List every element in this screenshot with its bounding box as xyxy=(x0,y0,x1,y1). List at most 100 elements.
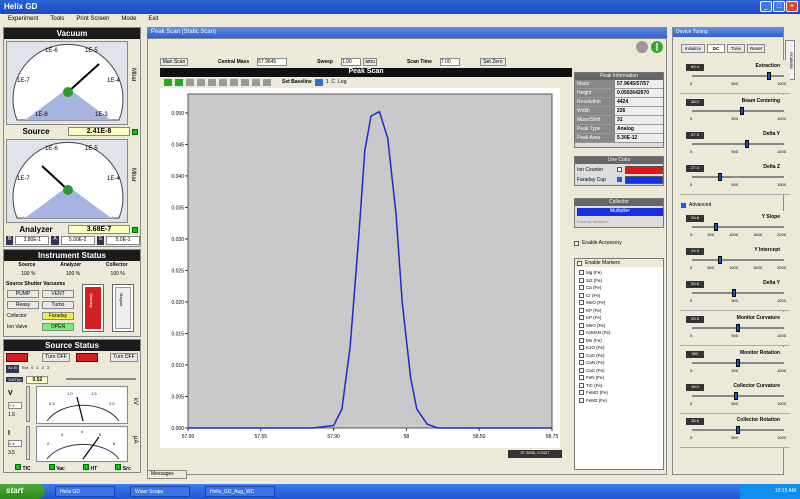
sweep-input[interactable]: 1.00 xyxy=(340,58,361,66)
marker-item[interactable]: Cr (Fe) xyxy=(579,292,659,300)
minimize-button[interactable]: _ xyxy=(760,1,772,12)
turn-off-button-2[interactable]: Turn OFF xyxy=(110,353,138,362)
tab-initialize[interactable]: Initialize xyxy=(681,44,705,53)
ion-counter-color-swatch[interactable] xyxy=(625,166,663,174)
tuning-slider-4[interactable]: 26.8 Y Slope 0 500 1000 1500 2000 xyxy=(680,211,790,245)
pause-icon[interactable]: ∥ xyxy=(651,41,663,53)
menu-tools[interactable]: Tools xyxy=(50,16,64,23)
tuning-slider-10[interactable]: 48.8 Collector Rotation 0 500 1000 xyxy=(680,414,790,448)
menu-print-screen[interactable]: Print Screen xyxy=(76,16,109,23)
marker-item[interactable]: CaC (Fe) xyxy=(579,367,659,375)
v-slider[interactable] xyxy=(26,386,30,422)
slider-thumb[interactable] xyxy=(734,392,739,400)
marker-item[interactable]: MnO (Fe) xyxy=(579,299,659,307)
set-zero-button[interactable]: Set Zero xyxy=(479,58,506,66)
tuning-slider-2[interactable]: 57.3 Delta Y 0 500 1000 xyxy=(680,128,790,162)
slider-thumb[interactable] xyxy=(744,140,749,148)
marker-item[interactable]: Mg (Fe) xyxy=(579,269,659,277)
slider-thumb[interactable] xyxy=(766,72,771,80)
zoom-y-icon[interactable] xyxy=(230,78,238,86)
slider-track[interactable] xyxy=(692,292,784,294)
menu-exit[interactable]: Exit xyxy=(148,16,158,23)
set-baseline-button[interactable]: Set Baseline xyxy=(282,79,312,85)
toolbar-toggle[interactable]: Log xyxy=(338,79,346,85)
i-slider[interactable] xyxy=(26,426,30,460)
toolbar-toggle[interactable]: C xyxy=(332,79,336,85)
start-button[interactable]: start xyxy=(0,484,45,499)
turn-off-button-1[interactable]: Turn OFF xyxy=(42,353,70,362)
advanced-row[interactable]: Advanced xyxy=(681,202,711,208)
tuning-slider-7[interactable]: 49.5 Monitor Curvature 0 500 1000 xyxy=(680,312,790,346)
slider-value[interactable]: 48.0 xyxy=(686,384,704,391)
slider-thumb[interactable] xyxy=(736,359,740,367)
enable-accessory-checkbox[interactable] xyxy=(574,240,579,246)
taskbar-item[interactable]: Helix GD xyxy=(55,486,115,497)
menu-experiment[interactable]: Experiment xyxy=(8,16,38,23)
close-button[interactable]: × xyxy=(786,1,798,12)
reset-zoom-icon[interactable] xyxy=(241,78,249,86)
slider-track[interactable] xyxy=(692,259,784,261)
maximize-button[interactable]: □ xyxy=(773,1,785,12)
slider-track[interactable] xyxy=(692,226,784,228)
slider-thumb[interactable] xyxy=(718,173,723,181)
slider-value[interactable]: 26.8 xyxy=(686,215,704,222)
marker-item[interactable]: TiC (Fe) xyxy=(579,382,659,390)
slider-value[interactable]: 48.0 xyxy=(686,99,704,106)
tuning-slider-9[interactable]: 48.0 Collector Curvature 0 500 1000 xyxy=(680,380,790,414)
marker-item[interactable]: CaN (Fe) xyxy=(579,359,659,367)
toolbar-toggle[interactable]: 1 xyxy=(326,79,329,85)
marker-item[interactable]: MnO (Fe) xyxy=(579,322,659,330)
marker-item[interactable]: Mn (Fe) xyxy=(579,337,659,345)
advanced-checkbox[interactable] xyxy=(681,202,686,208)
zoom-x-icon[interactable] xyxy=(219,78,227,86)
faraday-cup-checkbox[interactable] xyxy=(617,177,622,182)
marker-item[interactable]: KP (Fe) xyxy=(579,307,659,315)
slider-track[interactable] xyxy=(692,110,784,112)
slider-value[interactable]: 500 xyxy=(686,351,704,358)
reasy-select[interactable]: Reasy xyxy=(7,301,39,309)
slider-track[interactable] xyxy=(692,176,784,178)
marker-item[interactable]: noMAN (Fe) xyxy=(579,329,659,337)
marker-item[interactable]: KP (Fe) xyxy=(579,314,659,322)
slider-value[interactable]: 83.4 xyxy=(686,64,704,71)
zoom-in-icon[interactable] xyxy=(186,78,194,86)
faraday-cup-color-swatch[interactable] xyxy=(625,176,663,184)
cursor-icon[interactable] xyxy=(252,78,260,86)
vent-button[interactable]: VENT xyxy=(42,290,74,298)
slider-value[interactable]: 49.5 xyxy=(686,316,704,323)
zoom-out-icon[interactable] xyxy=(197,78,205,86)
tab-dc[interactable]: DC xyxy=(707,44,725,53)
marker-item[interactable]: Si2 (Fe) xyxy=(579,277,659,285)
print-icon[interactable] xyxy=(263,78,271,86)
enable-markers-checkbox[interactable] xyxy=(577,260,582,266)
slider-track[interactable] xyxy=(692,143,784,145)
marker-item[interactable]: CaC (Fe) xyxy=(579,352,659,360)
tuning-slider-3[interactable]: 27.4 Delta Z 0 500 1000 xyxy=(680,161,790,195)
sweep-unit[interactable]: amu xyxy=(362,58,377,66)
down-arrow-icon[interactable] xyxy=(314,78,323,86)
enable-accessory-row[interactable]: Enable Accessory xyxy=(574,240,622,246)
collector-selected[interactable]: Multiplier xyxy=(577,208,663,216)
slider-value[interactable]: 24.3 xyxy=(686,248,704,255)
slider-value[interactable]: 55.8 xyxy=(686,281,704,288)
marker-item[interactable]: Ca (Fe) xyxy=(579,284,659,292)
collector-option[interactable]: Faraday Multiplier xyxy=(577,219,609,224)
marker-item[interactable]: K2O (Fe) xyxy=(579,344,659,352)
tab-tune[interactable]: Tune xyxy=(727,44,745,53)
slider-thumb[interactable] xyxy=(740,107,745,115)
pan-icon[interactable] xyxy=(208,78,216,86)
tuning-slider-8[interactable]: 500 Monitor Rotation 0 500 1000 xyxy=(680,347,790,381)
scan-time-input[interactable]: 7.00 xyxy=(439,58,460,66)
slider-thumb[interactable] xyxy=(736,426,740,434)
tuning-slider-6[interactable]: 55.8 Delta Y 0 500 1000 xyxy=(680,277,790,311)
slider-thumb[interactable] xyxy=(731,289,736,297)
slider-thumb[interactable] xyxy=(718,256,723,264)
tuning-slider-5[interactable]: 24.3 Y Intercept 0 500 1000 1500 2000 xyxy=(680,244,790,278)
marker-item[interactable]: FeN (Fe) xyxy=(579,374,659,382)
central-mass-input[interactable]: 57.9645 xyxy=(257,58,288,66)
enable-markers-row[interactable]: Enable Markers xyxy=(575,259,663,267)
settings-icon[interactable] xyxy=(636,41,648,53)
pump-button[interactable]: PUMP xyxy=(7,290,39,298)
tuning-slider-0[interactable]: 83.4 Extraction 0 500 1000 xyxy=(680,60,790,94)
turbo-select[interactable]: Turbo xyxy=(42,301,74,309)
